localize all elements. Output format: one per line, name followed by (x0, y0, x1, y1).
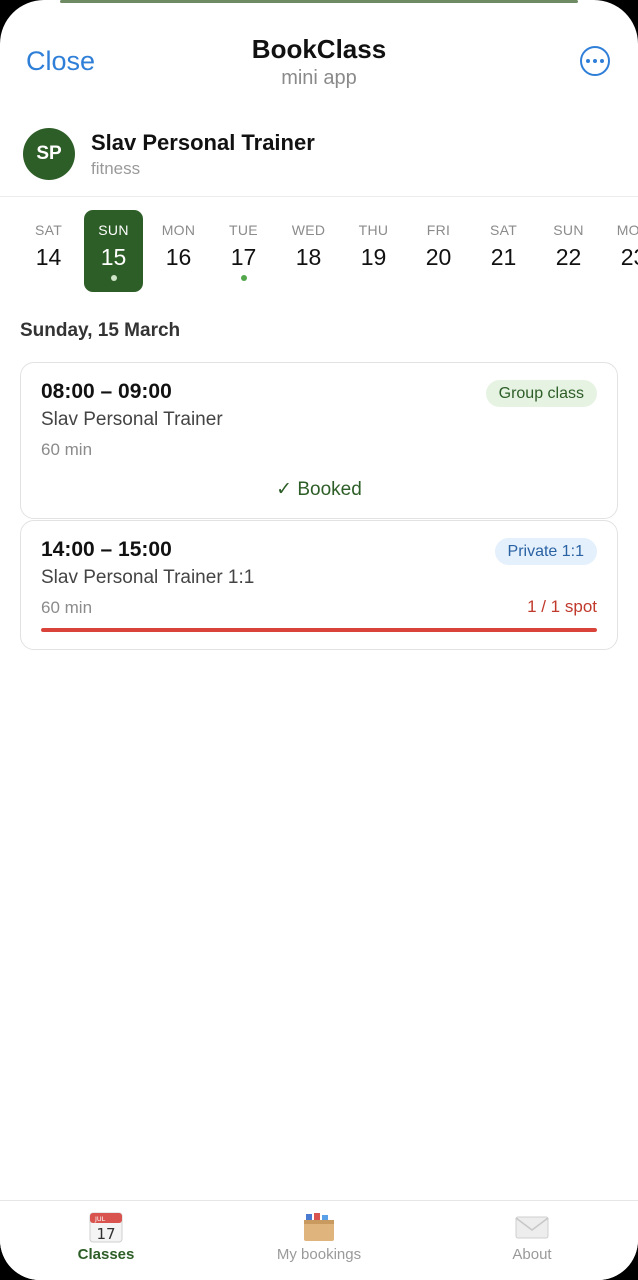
calendar-icon-day: 17 (96, 1225, 115, 1243)
date-item[interactable]: FRI 20 (409, 210, 468, 292)
spots-count: 1 / 1 spot (527, 597, 597, 616)
date-weekday: SAT (34, 222, 63, 238)
calendar-icon-month: JUL (94, 1215, 106, 1223)
class-card[interactable]: 14:00 – 15:00 Slav Personal Trainer 1:1 … (20, 520, 618, 650)
tab-label: My bookings (276, 1246, 362, 1263)
class-name: Slav Personal Trainer 1:1 (41, 567, 255, 588)
date-item[interactable]: WED 18 (279, 210, 338, 292)
date-number: 23 (620, 244, 638, 270)
class-type-badge: Private 1:1 (494, 538, 597, 565)
date-number: 20 (425, 244, 452, 270)
date-weekday: SUN (98, 222, 129, 238)
trainer-name: Slav Personal Trainer (91, 130, 315, 155)
file-box-icon (304, 1213, 334, 1241)
date-item[interactable]: SAT 14 (19, 210, 78, 292)
header: Close BookClass mini app (0, 0, 638, 100)
date-number: 19 (360, 244, 387, 270)
avatar: SP (23, 128, 75, 180)
tab-label: Classes (77, 1246, 135, 1263)
class-name: Slav Personal Trainer (41, 409, 223, 430)
booked-status: ✓ Booked (276, 479, 362, 500)
more-dots-icon-3 (600, 59, 604, 63)
date-weekday: MON (616, 222, 638, 238)
date-weekday: FRI (426, 222, 451, 238)
date-weekday: WED (291, 222, 326, 238)
app-subtitle: mini app (281, 67, 357, 89)
has-classes-dot (110, 275, 117, 281)
tab-bar: JUL 17 Classes My bookings About (0, 1200, 638, 1280)
date-strip: SAT 14 SUN 15 MON 16 TUE 17 WED 18 THU 1… (0, 210, 638, 292)
date-item[interactable]: MON 16 (149, 210, 208, 292)
date-item-selected[interactable]: SUN 15 (84, 210, 143, 292)
calendar-icon: JUL 17 (89, 1212, 123, 1243)
date-item[interactable]: TUE 17 (214, 210, 273, 292)
class-duration: 60 min (41, 440, 93, 459)
date-weekday: TUE (229, 222, 258, 238)
tab-my-bookings[interactable]: My bookings (213, 1201, 425, 1280)
tab-label: About (512, 1246, 552, 1263)
capacity-bar (41, 628, 597, 632)
class-duration: 60 min (41, 598, 93, 617)
date-number: 18 (295, 244, 322, 270)
more-dots-icon-2 (593, 59, 597, 63)
date-number: 17 (230, 244, 257, 270)
class-time: 08:00 – 09:00 (41, 380, 172, 403)
date-number: 22 (555, 244, 582, 270)
envelope-icon (515, 1216, 549, 1239)
date-number: 21 (490, 244, 517, 270)
date-number: 16 (165, 244, 192, 270)
has-classes-dot (240, 275, 247, 281)
mini-app-screen: Close BookClass mini app SP Slav Persona… (0, 0, 638, 1280)
trainer-header: SP Slav Personal Trainer fitness (0, 120, 638, 197)
date-item[interactable]: SAT 21 (474, 210, 533, 292)
date-weekday: SAT (489, 222, 518, 238)
class-time: 14:00 – 15:00 (41, 538, 172, 561)
trainer-category: fitness (91, 159, 141, 178)
tab-about[interactable]: About (426, 1201, 638, 1280)
date-weekday: THU (358, 222, 389, 238)
date-item[interactable]: MON 23 (604, 210, 638, 292)
more-dots-icon (586, 59, 590, 63)
date-number: 15 (100, 244, 127, 270)
tab-classes[interactable]: JUL 17 Classes (0, 1201, 212, 1280)
more-options-button[interactable] (580, 46, 610, 76)
capacity-bar-fill (41, 628, 597, 632)
date-number: 14 (35, 244, 62, 270)
class-card[interactable]: 08:00 – 09:00 Slav Personal Trainer 60 m… (20, 362, 618, 519)
date-item[interactable]: SUN 22 (539, 210, 598, 292)
class-type-badge: Group class (485, 380, 597, 407)
date-weekday: SUN (553, 222, 584, 238)
selected-day-heading: Sunday, 15 March (20, 320, 181, 341)
date-weekday: MON (161, 222, 196, 238)
date-item[interactable]: THU 19 (344, 210, 403, 292)
app-title: BookClass (251, 34, 387, 64)
